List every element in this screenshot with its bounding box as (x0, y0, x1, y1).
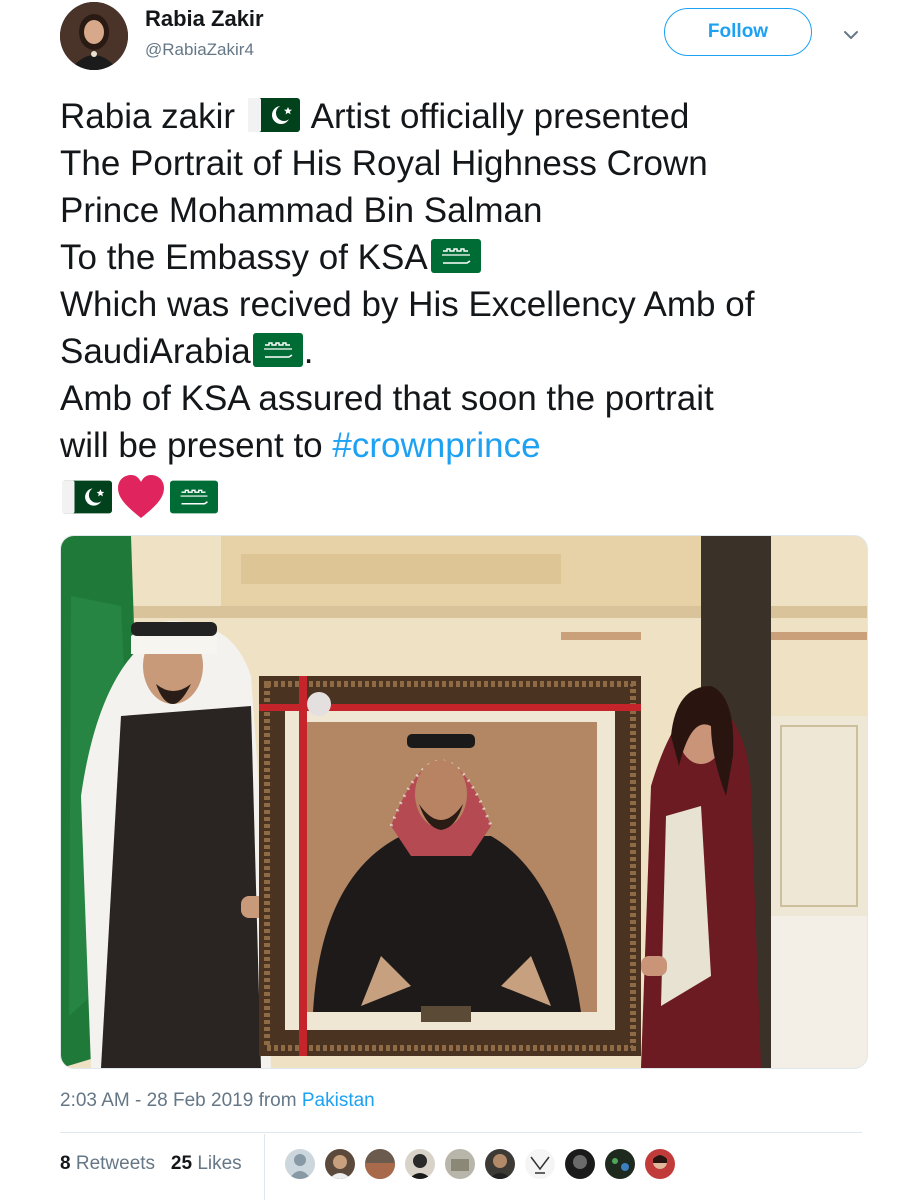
tweet-line: will be present to #crownprince (60, 422, 880, 469)
photo-portrait-presentation-icon (61, 536, 867, 1068)
saudi-flag-icon (430, 239, 481, 273)
profile-photo-icon (60, 2, 128, 70)
tweet-line: The Portrait of His Royal Highness Crown (60, 144, 708, 183)
tweet-stats: 8 Retweets 25 Likes (60, 1153, 242, 1175)
liker-avatar[interactable] (403, 1147, 437, 1181)
tweet-text-segment: will be present to (60, 426, 333, 465)
tweet-text-segment: Artist officially presented (310, 97, 690, 136)
author-handle[interactable]: @RabiaZakir4 (145, 40, 254, 60)
tweet-line: To the Embassy of KSA (60, 234, 880, 281)
liker-avatar[interactable] (523, 1147, 557, 1181)
stats-divider (264, 1134, 265, 1200)
likes-count: 25 (170, 1153, 193, 1174)
liker-avatar[interactable] (483, 1147, 517, 1181)
follow-button[interactable]: Follow (664, 8, 812, 56)
from-text: from (253, 1090, 302, 1111)
liker-avatar[interactable] (563, 1147, 597, 1181)
user-avatar-icon (485, 1149, 515, 1179)
tweet-card: Rabia Zakir @RabiaZakir4 Follow Rabia za… (0, 0, 922, 1200)
tweet-line: Amb of KSA assured that soon the portrai… (60, 379, 714, 418)
pakistan-flag-icon (247, 98, 300, 132)
tweet-text-segment: . (303, 332, 314, 371)
liker-avatar[interactable] (643, 1147, 677, 1181)
user-avatar-icon (325, 1149, 355, 1179)
location-link[interactable]: Pakistan (302, 1090, 375, 1111)
user-avatar-icon (645, 1149, 675, 1179)
user-avatar-icon (565, 1149, 595, 1179)
liker-avatars (283, 1147, 677, 1181)
tweet-text-segment: Rabia zakir (60, 97, 236, 136)
saudi-flag-icon (252, 333, 303, 367)
liker-avatar[interactable] (603, 1147, 637, 1181)
retweets-count: 8 (60, 1153, 71, 1174)
tweet-photo[interactable] (60, 535, 868, 1069)
liker-avatar[interactable] (363, 1147, 397, 1181)
tweet-text-segment: SaudiArabia (60, 332, 251, 371)
timestamp-text[interactable]: 2:03 AM - 28 Feb 2019 (60, 1090, 253, 1111)
divider (60, 1132, 862, 1133)
user-avatar-icon (525, 1149, 555, 1179)
saudi-flag-icon (170, 480, 218, 514)
chevron-down-icon[interactable] (840, 24, 862, 46)
user-avatar-icon (605, 1149, 635, 1179)
author-name[interactable]: Rabia Zakir (145, 6, 264, 32)
tweet-text-segment: To the Embassy of KSA (60, 238, 428, 277)
user-avatar-icon (445, 1149, 475, 1179)
liker-avatar[interactable] (323, 1147, 357, 1181)
likes-stat[interactable]: 25 Likes (171, 1153, 242, 1174)
retweets-label: Retweets (75, 1153, 156, 1174)
red-heart-icon (118, 475, 164, 518)
tweet-line: Rabia zakir Artist officially presented (60, 93, 880, 140)
hashtag-link[interactable]: #crownprince (332, 426, 540, 465)
tweet-line: Prince Mohammad Bin Salman (60, 191, 543, 230)
author-avatar[interactable] (60, 2, 128, 70)
retweets-stat[interactable]: 8 Retweets (60, 1153, 155, 1174)
user-avatar-icon (405, 1149, 435, 1179)
likes-label: Likes (197, 1153, 242, 1174)
liker-avatar[interactable] (283, 1147, 317, 1181)
tweet-line: SaudiArabia . (60, 328, 880, 375)
default-avatar-icon (285, 1149, 315, 1179)
pakistan-flag-icon (62, 480, 112, 514)
emoji-row (60, 471, 880, 523)
tweet-text: Rabia zakir Artist officially presented … (60, 93, 880, 523)
user-avatar-icon (365, 1149, 395, 1179)
liker-avatar[interactable] (443, 1147, 477, 1181)
tweet-timestamp: 2:03 AM - 28 Feb 2019 from Pakistan (60, 1090, 375, 1112)
tweet-line: Which was recived by His Excellency Amb … (60, 285, 755, 324)
